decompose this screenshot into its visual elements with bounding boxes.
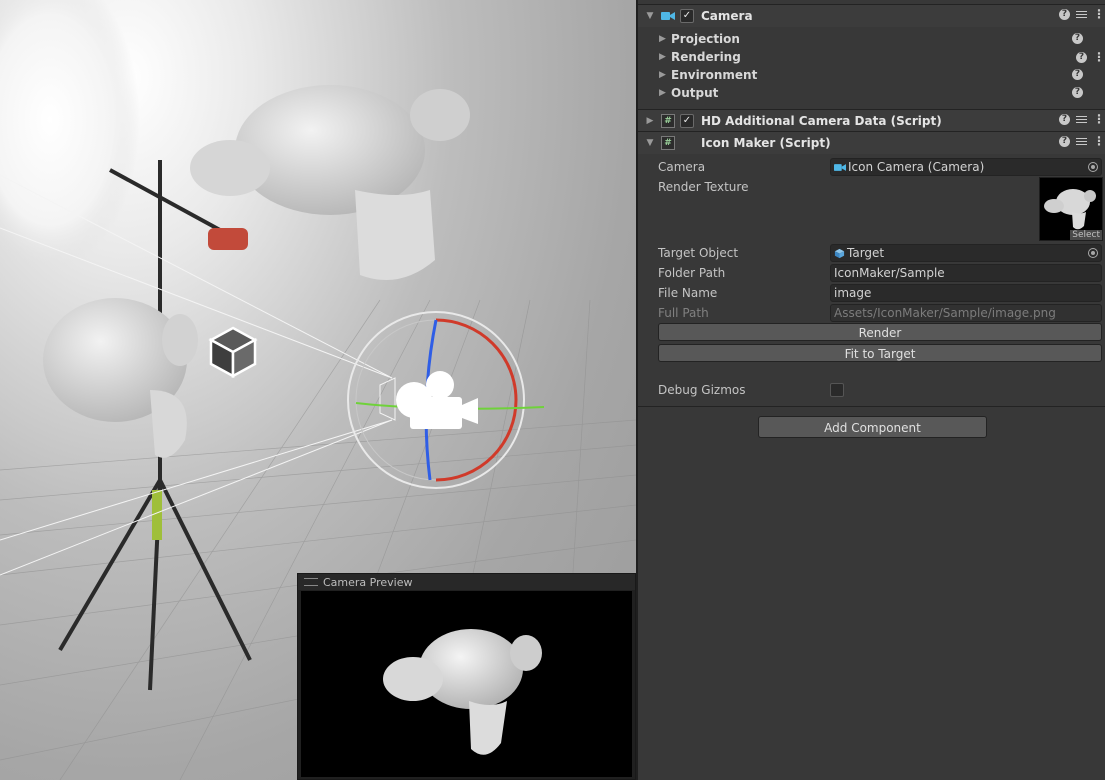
camera-gizmo-icon (396, 371, 478, 429)
camera-label: Camera (658, 160, 706, 174)
render-texture-property: Render Texture (658, 177, 1098, 197)
target-object-field[interactable]: Target (830, 244, 1102, 262)
object-picker-icon[interactable] (1088, 162, 1098, 172)
divider (638, 406, 1105, 407)
render-texture-label: Render Texture (658, 180, 749, 194)
menu-icon[interactable]: ⋮ (1093, 51, 1105, 63)
cube-icon (208, 326, 258, 379)
hd-camera-data-enabled-checkbox[interactable]: ✓ (680, 114, 694, 128)
folder-path-label: Folder Path (658, 266, 726, 280)
debug-gizmos-label: Debug Gizmos (658, 383, 746, 397)
target-field-value: Target (847, 246, 885, 260)
camera-preview-window[interactable]: Camera Preview (297, 573, 636, 780)
folder-path-input[interactable]: IconMaker/Sample (830, 264, 1102, 282)
monkey-head-top (190, 85, 470, 280)
folder-path-property: Folder Path IconMaker/Sample (658, 263, 1102, 283)
camera-property: Camera Icon Camera (Camera) (658, 157, 1102, 177)
section-label: Output (671, 86, 719, 100)
help-icon[interactable]: ? (1072, 87, 1083, 98)
render-button[interactable]: Render (658, 323, 1102, 341)
section-label: Environment (671, 68, 758, 82)
foldout-arrow-icon[interactable]: ▶ (659, 52, 671, 62)
file-name-input[interactable]: image (830, 284, 1102, 302)
texture-select-button[interactable]: Select (1070, 230, 1102, 240)
foldout-arrow-icon[interactable]: ▼ (644, 138, 656, 148)
add-component-button[interactable]: Add Component (758, 416, 987, 438)
camera-component-header[interactable]: ▼ ✓ Camera ? ⋮ (638, 4, 1105, 27)
hd-camera-data-header[interactable]: ▶ # ✓ HD Additional Camera Data (Script)… (638, 109, 1105, 132)
cube-icon (834, 248, 845, 258)
section-label: Rendering (671, 50, 741, 64)
foldout-arrow-icon[interactable]: ▶ (659, 88, 671, 98)
full-path-label: Full Path (658, 306, 709, 320)
camera-component-title: Camera (701, 9, 753, 23)
help-icon[interactable]: ? (1059, 8, 1070, 20)
script-icon: # (660, 114, 676, 128)
object-picker-icon[interactable] (1088, 248, 1098, 258)
camera-icon (660, 9, 676, 23)
file-name-label: File Name (658, 286, 718, 300)
menu-icon[interactable]: ⋮ (1093, 113, 1105, 125)
preview-monkey-image (383, 629, 542, 755)
camera-object-field[interactable]: Icon Camera (Camera) (830, 158, 1102, 176)
green-tripod-leg (152, 490, 162, 540)
foldout-arrow-icon[interactable]: ▶ (659, 34, 671, 44)
full-path-readonly-field: Assets/IconMaker/Sample/image.png (830, 304, 1102, 322)
debug-gizmos-checkbox[interactable] (830, 383, 844, 397)
help-icon[interactable]: ? (1072, 69, 1083, 80)
drag-handle-icon[interactable] (304, 578, 318, 586)
full-path-property: Full Path Assets/IconMaker/Sample/image.… (658, 303, 1102, 323)
camera-preview-titlebar[interactable]: Camera Preview (298, 574, 635, 590)
presets-icon[interactable] (1076, 114, 1087, 125)
scene-view[interactable]: Camera Preview (0, 0, 636, 780)
section-projection[interactable]: ▶ Projection ? (638, 30, 1105, 48)
presets-icon[interactable] (1076, 9, 1087, 20)
foldout-arrow-icon[interactable]: ▶ (644, 116, 656, 126)
help-icon[interactable]: ? (1076, 51, 1087, 63)
inspector-panel: ▼ ✓ Camera ? ⋮ ▶ Projection ? ▶ Renderin… (636, 0, 1105, 780)
script-icon: # (660, 136, 676, 150)
icon-maker-header[interactable]: ▼ # Icon Maker (Script) ? ⋮ (638, 131, 1105, 154)
camera-enabled-checkbox[interactable]: ✓ (680, 9, 694, 23)
camera-icon (834, 163, 846, 171)
hd-camera-data-title: HD Additional Camera Data (Script) (701, 114, 942, 128)
target-object-label: Target Object (658, 246, 739, 260)
foldout-arrow-icon[interactable]: ▶ (659, 70, 671, 80)
help-icon[interactable]: ? (1059, 135, 1070, 147)
presets-icon[interactable] (1076, 136, 1087, 147)
section-environment[interactable]: ▶ Environment ? (638, 66, 1105, 84)
menu-icon[interactable]: ⋮ (1093, 8, 1105, 20)
target-object-property: Target Object Target (658, 243, 1102, 263)
camera-preview-render (301, 591, 632, 777)
section-rendering[interactable]: ▶ Rendering ? ⋮ (638, 48, 1105, 66)
fit-to-target-button[interactable]: Fit to Target (658, 344, 1102, 362)
help-icon[interactable]: ? (1059, 113, 1070, 125)
section-label: Projection (671, 32, 740, 46)
debug-gizmos-property: Debug Gizmos (658, 380, 1098, 400)
icon-maker-title: Icon Maker (Script) (701, 136, 831, 150)
render-texture-thumbnail[interactable]: Select (1039, 177, 1103, 241)
softbox-light (0, 0, 140, 270)
monkey-head-left (43, 298, 198, 458)
section-output[interactable]: ▶ Output ? (638, 84, 1105, 102)
camera-preview-title: Camera Preview (323, 575, 413, 589)
help-icon[interactable]: ? (1072, 33, 1083, 44)
menu-icon[interactable]: ⋮ (1093, 135, 1105, 147)
camera-field-value: Icon Camera (Camera) (848, 160, 985, 174)
file-name-property: File Name image (658, 283, 1102, 303)
red-device (208, 228, 248, 250)
foldout-arrow-icon[interactable]: ▼ (644, 11, 656, 21)
